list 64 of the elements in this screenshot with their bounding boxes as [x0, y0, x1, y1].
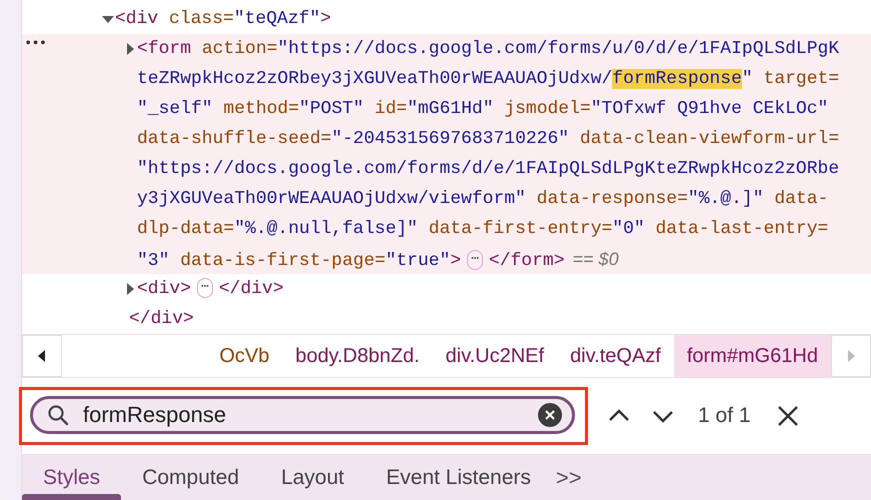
attribute-value: "https://docs.google.com/forms/u/0/d/e/1FAIpQLSdLPgK: [277, 39, 840, 59]
tab[interactable]: Computed: [121, 455, 260, 500]
tag-text: <form: [137, 39, 192, 59]
tag-text: <div>: [137, 279, 192, 299]
row-menu[interactable]: •••: [24, 36, 46, 52]
scroll-left-button[interactable]: [22, 335, 62, 377]
match-count: 1 of 1: [698, 404, 751, 428]
search-field[interactable]: formResponse: [30, 396, 575, 434]
tab[interactable]: Event Listeners: [365, 455, 552, 500]
node-row[interactable]: <div> ⋯ </div>: [22, 274, 871, 304]
attribute-name: data-is-first-page=: [179, 251, 386, 271]
attribute-name: data-last-entry=: [654, 219, 828, 239]
more-tabs-button[interactable]: >>: [552, 455, 588, 500]
tag-text: >: [450, 251, 462, 271]
search-icon: [47, 404, 69, 426]
tag-text: </form>: [488, 251, 565, 271]
attribute-value: "%.@.null,false]": [234, 219, 418, 239]
collapsed-content-badge[interactable]: ⋯: [467, 250, 483, 270]
attribute-value: "%.@.]": [688, 189, 764, 209]
attribute-name: method=: [222, 99, 300, 119]
search-input[interactable]: formResponse: [83, 402, 538, 428]
tab[interactable]: Layout: [260, 455, 366, 500]
attribute-name: id=: [374, 99, 408, 119]
attribute-value: y3jXGUVeaTh00rWEAAUAOjUdxw/viewform": [137, 189, 526, 209]
tab[interactable]: Styles: [22, 455, 122, 500]
attribute-value: "true": [385, 251, 450, 271]
attribute-value: "https://docs.google.com/forms/d/e/1FAIpQLSdLPgKteZRwpkHcoz2zORbe: [137, 159, 840, 179]
attribute-name: jsmodel=: [503, 99, 591, 119]
tag-text: >: [320, 9, 332, 29]
attribute-name: data-first-entry=: [428, 219, 612, 239]
breadcrumb[interactable]: OcVb: [219, 335, 282, 377]
attribute-value: "0": [612, 219, 645, 239]
attribute-value: "teQAzf": [234, 9, 320, 29]
attribute-name: data-: [773, 189, 828, 209]
attribute-value: "mG61Hd": [407, 99, 494, 119]
attribute-value: "TOfxwf Q91hve CEkLOc": [590, 99, 828, 119]
breadcrumb[interactable]: body.D8bnZd.: [282, 335, 433, 377]
selected-node-marker: == $0: [572, 249, 619, 269]
attribute-name: class=: [168, 9, 234, 29]
attribute-value: "POST": [299, 99, 364, 119]
tag-text: </div>: [218, 279, 284, 299]
attribute-name: data-response=: [536, 189, 688, 209]
clear-icon[interactable]: [538, 403, 562, 427]
attribute-name: data-clean-viewform-url=: [578, 129, 840, 149]
attribute-name: dlp-data=: [137, 219, 234, 239]
breadcrumb[interactable]: div.teQAzf: [557, 335, 674, 377]
attribute-name: data-shuffle-seed=: [137, 129, 332, 149]
attribute-value: ": [742, 69, 753, 89]
breadcrumb[interactable]: form#mG61Hd: [674, 335, 831, 377]
left-triangle-icon: [37, 350, 47, 362]
attribute-value: "3": [137, 251, 170, 271]
tag-text: <div: [115, 9, 158, 29]
right-triangle-icon: [846, 350, 856, 362]
selected-node-row[interactable]: [22, 34, 871, 274]
attribute-value: teZRwpkHcoz2zORbey3jXGUVeaTh00rWEAAUAOjUdxw/: [137, 69, 612, 89]
attribute-name: target=: [762, 69, 840, 89]
tag-text: </div>: [129, 309, 194, 329]
node-row[interactable]: <div class="teQAzf">: [22, 4, 871, 34]
search-match: formResponse: [612, 69, 742, 89]
attribute-name: action=: [200, 39, 278, 59]
attribute-value: "-2045315697683710226": [331, 129, 570, 149]
attribute-value: "_self": [137, 99, 213, 119]
breadcrumb[interactable]: div.Uc2NEf: [432, 335, 558, 377]
collapsed-content-badge[interactable]: ⋯: [197, 278, 213, 298]
